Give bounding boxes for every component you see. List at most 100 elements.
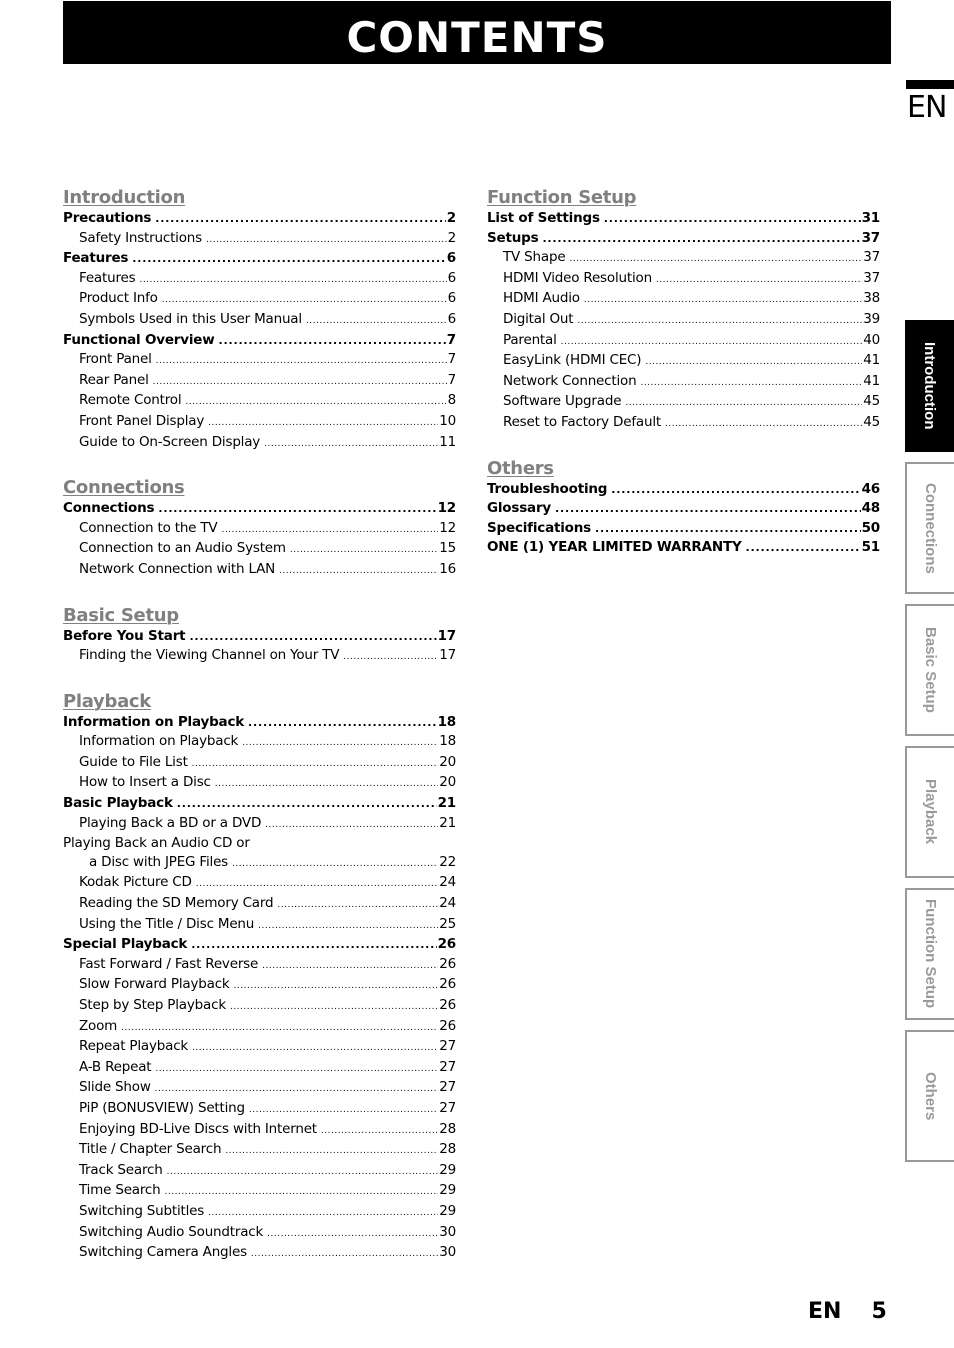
dot-leader — [656, 271, 862, 290]
toc-entry-sub[interactable]: Fast Forward / Fast Reverse 26 — [63, 955, 456, 976]
toc-entry-page: 18 — [439, 733, 456, 750]
toc-entry-label: Switching Camera Angles — [79, 1244, 247, 1261]
toc-entry-sub[interactable]: Reset to Factory Default 45 — [487, 413, 880, 434]
toc-entry-label: HDMI Video Resolution — [503, 269, 652, 286]
toc-entry-sub[interactable]: Track Search 29 — [63, 1161, 456, 1182]
toc-entry-label: Software Upgrade — [503, 393, 622, 410]
side-tab-function-setup[interactable]: Function Setup — [905, 888, 954, 1020]
toc-entry-main[interactable]: ONE (1) YEAR LIMITED WARRANTY 51 — [487, 538, 880, 558]
toc-entry-main[interactable]: Special Playback 26 — [63, 935, 456, 955]
toc-entry-sub[interactable]: Switching Audio Soundtrack 30 — [63, 1223, 456, 1244]
toc-entry-sub[interactable]: Product Info 6 — [63, 289, 456, 310]
toc-entry-sub[interactable]: Rear Panel 7 — [63, 371, 456, 392]
toc-entry-main[interactable]: Information on Playback 18 — [63, 713, 456, 733]
toc-entry-sub[interactable]: Kodak Picture CD 24 — [63, 873, 456, 894]
side-tab-connections[interactable]: Connections — [905, 462, 954, 594]
toc-entry-sub[interactable]: Zoom 26 — [63, 1017, 456, 1038]
toc-entry-sub[interactable]: A-B Repeat 27 — [63, 1058, 456, 1079]
toc-entry-sub[interactable]: Features 6 — [63, 269, 456, 290]
toc-entry-sub[interactable]: Slide Show 27 — [63, 1078, 456, 1099]
toc-entry-sub[interactable]: Network Connection with LAN 16 — [63, 560, 456, 581]
toc-entry-sub[interactable]: Parental 40 — [487, 331, 880, 352]
toc-entry-sub[interactable]: a Disc with JPEG Files 22 — [63, 853, 456, 874]
toc-entry-main[interactable]: Precautions 2 — [63, 209, 456, 229]
toc-entry-sub[interactable]: Connection to the TV 12 — [63, 519, 456, 540]
toc-entry-sub[interactable]: Switching Subtitles 29 — [63, 1202, 456, 1223]
side-tab-basic-setup[interactable]: Basic Setup — [905, 604, 954, 736]
toc-entry-sub[interactable]: Reading the SD Memory Card 24 — [63, 894, 456, 915]
toc-entry-sub[interactable]: HDMI Video Resolution 37 — [487, 269, 880, 290]
toc-entry-main[interactable]: Specifications 50 — [487, 519, 880, 539]
dot-leader — [162, 291, 447, 310]
toc-section-playback: PlaybackInformation on Playback18Informa… — [63, 690, 456, 1264]
dot-leader — [569, 250, 862, 269]
toc-entry-page: 29 — [439, 1202, 456, 1219]
dot-leader — [132, 250, 446, 269]
toc-entry-sub[interactable]: Time Search 29 — [63, 1181, 456, 1202]
toc-entry-sub[interactable]: Information on Playback 18 — [63, 732, 456, 753]
toc-entry-main[interactable]: Connections 12 — [63, 499, 456, 519]
toc-section-basic-setup: Basic SetupBefore You Start17Finding the… — [63, 604, 456, 667]
toc-entry-sub[interactable]: Symbols Used in this User Manual 6 — [63, 310, 456, 331]
toc-entry-sub[interactable]: Front Panel 7 — [63, 350, 456, 371]
toc-entry-sub[interactable]: Step by Step Playback 26 — [63, 996, 456, 1017]
side-tab-playback[interactable]: Playback — [905, 746, 954, 878]
side-tab-introduction[interactable]: Introduction — [905, 320, 954, 452]
toc-entry-sub[interactable]: HDMI Audio 38 — [487, 289, 880, 310]
toc-entry-label: PiP (BONUSVIEW) Setting — [79, 1099, 245, 1116]
toc-entry-sub[interactable]: Guide to On-Screen Display 11 — [63, 433, 456, 454]
toc-entry-sub[interactable]: Switching Camera Angles 30 — [63, 1243, 456, 1264]
toc-entry-sub[interactable]: EasyLink (HDMI CEC) 41 — [487, 351, 880, 372]
toc-entry-main[interactable]: Basic Playback 21 — [63, 794, 456, 814]
dot-leader — [221, 521, 438, 540]
toc-entry-sub[interactable]: Remote Control 8 — [63, 391, 456, 412]
toc-entry-sub[interactable]: Playing Back a BD or a DVD 21 — [63, 814, 456, 835]
toc-entry-sub[interactable]: Slow Forward Playback 26 — [63, 975, 456, 996]
dot-leader — [561, 333, 863, 352]
section-heading[interactable]: Basic Setup — [63, 604, 456, 627]
section-heading[interactable]: Function Setup — [487, 186, 880, 209]
toc-entry-sub[interactable]: Playing Back an Audio CD or — [63, 834, 456, 853]
dot-leader — [290, 541, 438, 560]
dot-leader — [267, 1225, 438, 1244]
section-heading[interactable]: Introduction — [63, 186, 456, 209]
section-heading[interactable]: Others — [487, 457, 880, 480]
toc-entry-sub[interactable]: PiP (BONUSVIEW) Setting 27 — [63, 1099, 456, 1120]
dot-leader — [665, 415, 862, 434]
toc-entry-sub[interactable]: Software Upgrade 45 — [487, 392, 880, 413]
toc-entry-main[interactable]: Setups 37 — [487, 229, 880, 249]
toc-entry-sub[interactable]: Network Connection 41 — [487, 372, 880, 393]
section-heading[interactable]: Playback — [63, 690, 456, 713]
side-tab-others[interactable]: Others — [905, 1030, 954, 1162]
toc-entry-label: Symbols Used in this User Manual — [79, 310, 302, 327]
toc-entry-sub[interactable]: Front Panel Display 10 — [63, 412, 456, 433]
toc-entry-sub[interactable]: Finding the Viewing Channel on Your TV 17 — [63, 646, 456, 667]
dot-leader — [258, 917, 438, 936]
toc-entry-sub[interactable]: Connection to an Audio System 15 — [63, 539, 456, 560]
toc-entry-main[interactable]: Glossary 48 — [487, 499, 880, 519]
toc-entry-sub[interactable]: How to Insert a Disc 20 — [63, 773, 456, 794]
toc-entry-sub[interactable]: Repeat Playback 27 — [63, 1037, 456, 1058]
toc-entry-label: Functional Overview — [63, 331, 215, 348]
toc-entry-label: Product Info — [79, 290, 158, 307]
toc-entry-sub[interactable]: Digital Out 39 — [487, 310, 880, 331]
toc-entry-label: Step by Step Playback — [79, 997, 226, 1013]
dot-leader — [645, 353, 862, 372]
toc-entry-main[interactable]: Functional Overview 7 — [63, 331, 456, 351]
toc-entry-label: Track Search — [79, 1161, 163, 1178]
toc-entry-main[interactable]: Troubleshooting 46 — [487, 480, 880, 500]
section-heading[interactable]: Connections — [63, 476, 456, 499]
toc-entry-main[interactable]: Features 6 — [63, 249, 456, 269]
toc-entry-main[interactable]: List of Settings 31 — [487, 209, 880, 229]
toc-entry-label: Title / Chapter Search — [79, 1141, 222, 1158]
dot-leader — [225, 1142, 438, 1161]
toc-entry-sub[interactable]: Title / Chapter Search 28 — [63, 1140, 456, 1161]
toc-entry-sub[interactable]: Safety Instructions 2 — [63, 229, 456, 250]
toc-entry-main[interactable]: Before You Start 17 — [63, 627, 456, 647]
toc-entry-sub[interactable]: Guide to File List 20 — [63, 753, 456, 774]
toc-entry-sub[interactable]: Enjoying BD-Live Discs with Internet 28 — [63, 1120, 456, 1141]
toc-entry-sub[interactable]: Using the Title / Disc Menu 25 — [63, 915, 456, 936]
dot-leader — [251, 1245, 438, 1264]
toc-entry-sub[interactable]: TV Shape 37 — [487, 248, 880, 269]
toc-entry-page: 29 — [439, 1182, 456, 1199]
